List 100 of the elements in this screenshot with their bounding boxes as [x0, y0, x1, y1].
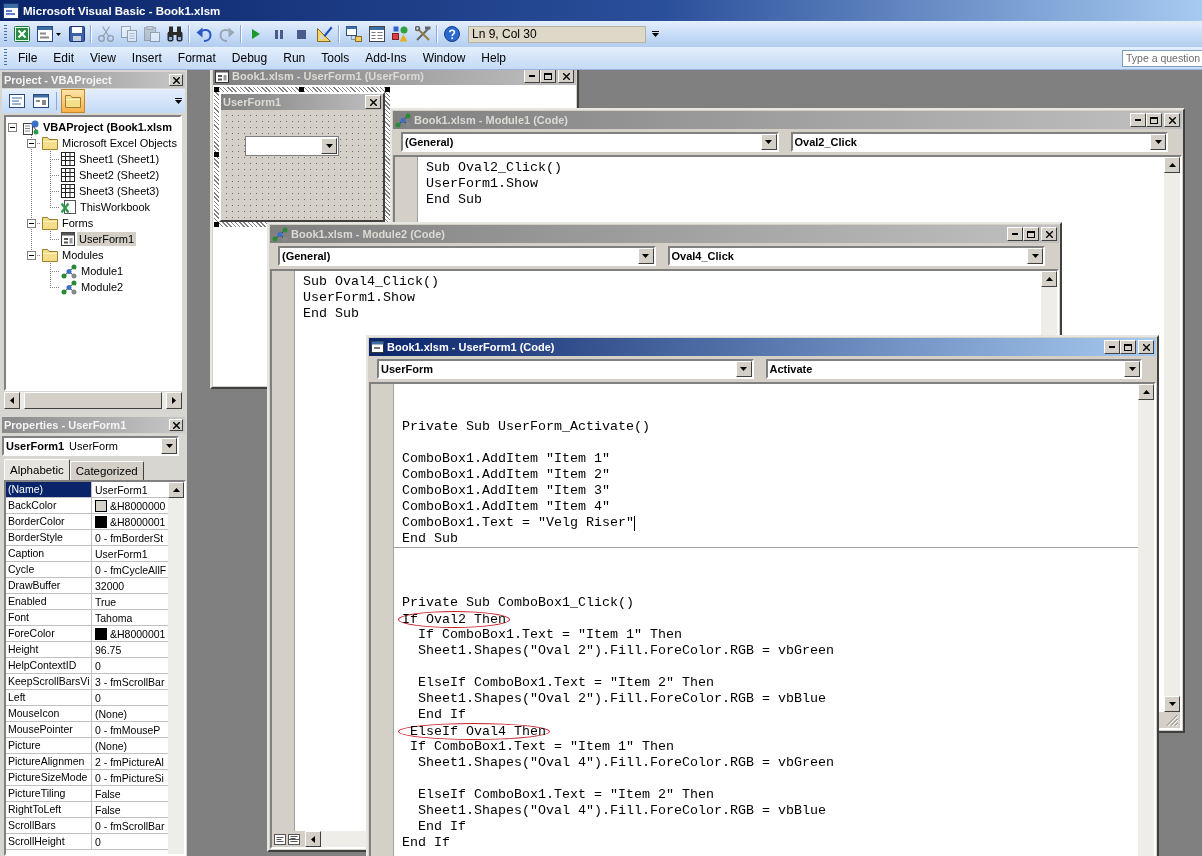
scroll-up-button[interactable]	[1164, 157, 1180, 173]
excel-icon[interactable]	[13, 26, 30, 42]
property-value[interactable]: 96.75	[95, 643, 122, 656]
play-icon[interactable]	[251, 29, 260, 39]
toolbar-options-icon[interactable]	[175, 98, 182, 104]
vertical-scrollbar[interactable]	[1164, 157, 1180, 712]
menu-bar-grip[interactable]	[4, 49, 7, 67]
property-name[interactable]: Picture	[6, 738, 92, 753]
ruler-pencil-icon[interactable]	[316, 26, 333, 42]
tree-item[interactable]: Forms	[60, 216, 96, 230]
menu-item[interactable]: Insert	[123, 49, 170, 67]
scroll-up-button[interactable]	[1138, 384, 1154, 400]
tools-icon[interactable]	[414, 26, 431, 42]
property-name[interactable]: MousePointer	[6, 722, 92, 737]
collapse-icon[interactable]	[27, 250, 36, 260]
horizontal-scrollbar[interactable]	[4, 392, 182, 409]
horizontal-scrollbar[interactable]	[305, 831, 363, 847]
property-value[interactable]: 0 - fmCycleAllF	[95, 563, 167, 576]
property-name[interactable]: ForeColor	[6, 626, 92, 641]
property-value[interactable]: Tahoma	[95, 611, 133, 624]
close-button[interactable]	[169, 74, 183, 86]
binoculars-icon[interactable]	[166, 26, 183, 42]
menu-item[interactable]: Help	[473, 49, 514, 67]
property-name[interactable]: PictureSizeMode	[6, 770, 92, 785]
tree-item[interactable]: ThisWorkbook	[78, 200, 153, 214]
property-name[interactable]: Enabled	[6, 594, 92, 609]
scroll-down-button[interactable]	[1164, 696, 1180, 712]
menu-item[interactable]: View	[82, 49, 124, 67]
tree-item[interactable]: Sheet3 (Sheet3)	[77, 184, 162, 198]
property-name[interactable]: PictureAlignmen	[6, 754, 92, 769]
object-dropdown[interactable]: UserForm	[377, 359, 754, 379]
dropdown-button[interactable]	[321, 138, 337, 154]
collapse-icon[interactable]	[8, 122, 17, 132]
close-button[interactable]	[1164, 113, 1180, 127]
menu-item[interactable]: Format	[169, 49, 224, 67]
tree-item[interactable]: Module1	[79, 264, 126, 278]
caret-icon[interactable]	[56, 32, 61, 36]
tree-item[interactable]: Modules	[60, 248, 106, 262]
dropdown-button[interactable]	[735, 361, 752, 377]
scroll-up-button[interactable]	[1041, 271, 1057, 287]
property-name[interactable]: ScrollBars	[6, 818, 92, 833]
scroll-right-button[interactable]	[166, 392, 182, 409]
object-dropdown[interactable]: (General)	[278, 246, 656, 266]
property-value[interactable]: 32000	[95, 579, 125, 592]
scroll-up-button[interactable]	[168, 482, 184, 498]
property-value[interactable]: 0	[95, 659, 101, 672]
menu-item[interactable]: Edit	[45, 49, 83, 67]
property-value[interactable]: 3 - fmScrollBar	[95, 675, 165, 688]
tree-item[interactable]: Module2	[79, 280, 126, 294]
procedure-dropdown[interactable]: Activate	[765, 359, 1142, 379]
property-name[interactable]: DrawBuffer	[6, 578, 92, 593]
procedure-dropdown[interactable]: Oval2_Click	[790, 132, 1168, 152]
property-name[interactable]: Left	[6, 690, 92, 705]
property-value[interactable]: &H8000000	[110, 499, 166, 512]
property-name[interactable]: ScrollHeight	[6, 834, 92, 849]
maximize-button[interactable]	[1023, 227, 1039, 241]
resize-grip-icon[interactable]	[1166, 714, 1178, 726]
tree-item[interactable]: Sheet1 (Sheet1)	[77, 152, 162, 166]
lines-icon[interactable]	[274, 833, 286, 845]
pause-icon[interactable]	[274, 29, 283, 39]
help-icon[interactable]	[443, 26, 460, 42]
minimize-button[interactable]	[1104, 340, 1120, 354]
undo-icon[interactable]	[195, 26, 212, 42]
resize-handle[interactable]	[385, 87, 390, 92]
resize-handle[interactable]	[299, 87, 304, 92]
object-dropdown[interactable]: (General)	[401, 132, 779, 152]
dropdown-button[interactable]	[760, 134, 777, 150]
property-value[interactable]: UserForm1	[95, 547, 148, 560]
maximize-button[interactable]	[1146, 113, 1162, 127]
dropdown-button[interactable]	[1027, 248, 1043, 264]
split-lines-icon[interactable]	[288, 833, 300, 845]
combo-box[interactable]	[245, 136, 339, 156]
property-value[interactable]: True	[95, 595, 117, 608]
dropdown-button[interactable]	[637, 248, 654, 264]
property-value[interactable]: 0	[95, 691, 101, 704]
property-name[interactable]: BorderColor	[6, 514, 92, 529]
scrollbar-thumb[interactable]	[24, 392, 162, 409]
vertical-scrollbar[interactable]	[1138, 384, 1154, 856]
collapse-icon[interactable]	[27, 218, 36, 228]
property-name[interactable]: BackColor	[6, 498, 92, 513]
resize-handle[interactable]	[214, 152, 219, 157]
close-button[interactable]	[169, 419, 183, 431]
property-sheet-icon[interactable]	[368, 26, 385, 42]
property-value[interactable]: 0 - fmScrollBar	[95, 819, 165, 832]
menu-item[interactable]: Tools	[313, 49, 358, 67]
save-icon[interactable]	[68, 26, 85, 42]
menu-item[interactable]: Window	[414, 49, 474, 67]
property-value[interactable]: 2 - fmPictureAl	[95, 755, 164, 768]
menu-item[interactable]: Add-Ins	[357, 49, 415, 67]
property-name[interactable]: KeepScrollBarsVi	[6, 674, 92, 689]
property-name[interactable]: BorderStyle	[6, 530, 92, 545]
scroll-left-button[interactable]	[4, 392, 20, 409]
property-name[interactable]: Cycle	[6, 562, 92, 577]
procedure-dropdown[interactable]: Oval4_Click	[667, 246, 1045, 266]
shapes-icon[interactable]	[391, 26, 408, 42]
property-name[interactable]: HelpContextID	[6, 658, 92, 673]
toolbar-grip[interactable]	[4, 25, 7, 43]
property-value[interactable]: UserForm1	[95, 483, 148, 496]
property-name[interactable]: (Name)	[6, 482, 92, 497]
property-value[interactable]: 0 - fmBorderSt	[95, 531, 164, 544]
